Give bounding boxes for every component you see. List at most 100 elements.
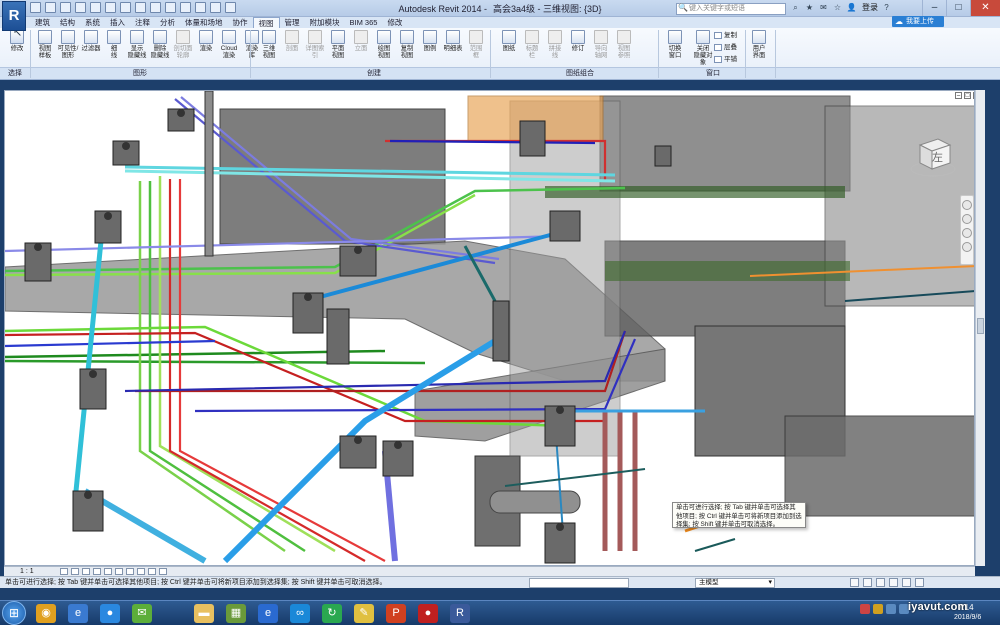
- minimize-icon[interactable]: –: [922, 0, 946, 16]
- graphics-button-4[interactable]: 显示 隐藏线: [126, 30, 148, 59]
- window-small-copy[interactable]: 复制: [714, 31, 737, 40]
- crop-view-icon[interactable]: [115, 568, 123, 575]
- select-by-face-icon[interactable]: [889, 578, 898, 587]
- tab-3[interactable]: 插入: [105, 17, 130, 28]
- view-minimize-icon[interactable]: –: [955, 92, 962, 99]
- refresh-app-icon[interactable]: ↻: [322, 604, 342, 623]
- sun-path-icon[interactable]: [82, 568, 90, 575]
- lock-view-icon[interactable]: [137, 568, 145, 575]
- graphics-button-5[interactable]: 删除 隐藏线: [149, 30, 171, 59]
- sheet-button-0[interactable]: 图纸: [498, 30, 520, 52]
- create-button-5[interactable]: 绘图 视图: [373, 30, 395, 59]
- graphics-button-6[interactable]: 剖切面 轮廓: [172, 30, 194, 59]
- folder-icon[interactable]: ▬: [194, 604, 214, 623]
- tab-1[interactable]: 结构: [55, 17, 80, 28]
- tab-5[interactable]: 分析: [155, 17, 180, 28]
- select-panel-label[interactable]: 选择: [8, 68, 22, 79]
- calculator-icon[interactable]: ▦: [226, 604, 246, 623]
- drag-elements-icon[interactable]: [902, 578, 911, 587]
- show-crop-icon[interactable]: [126, 568, 134, 575]
- revit-taskbar-icon[interactable]: R: [450, 604, 470, 623]
- window-button-2[interactable]: 用户 界面: [748, 30, 770, 59]
- window-button-0[interactable]: 切换 窗口: [664, 30, 686, 59]
- tray-network-icon[interactable]: [886, 604, 896, 614]
- create-button-0[interactable]: 三维 视图: [258, 30, 280, 59]
- orbit-icon[interactable]: [962, 242, 972, 252]
- subscription-icon[interactable]: ★: [804, 2, 815, 13]
- graphics-button-1[interactable]: 可见性/ 图形: [57, 30, 79, 59]
- 3d-viewport[interactable]: – □ × 左 单击可进行选择; 按 Tab 键并单击可选择其他项目; 按 Ct…: [4, 90, 975, 566]
- ie-icon[interactable]: e: [258, 604, 278, 623]
- tray-app-icon[interactable]: [860, 604, 870, 614]
- scrollbar-thumb[interactable]: [977, 318, 984, 334]
- sheet-button-4[interactable]: 导向 轴网: [590, 30, 612, 59]
- temporary-hide-icon[interactable]: [148, 568, 156, 575]
- workset-dropdown[interactable]: [529, 578, 629, 588]
- model-scene[interactable]: [5, 91, 975, 566]
- favorites-icon[interactable]: ☆: [832, 2, 843, 13]
- upload-button[interactable]: 我要上传: [892, 16, 944, 27]
- graphics-button-0[interactable]: 视图 样板: [34, 30, 56, 59]
- sheet-button-5[interactable]: 视图 参照: [613, 30, 635, 59]
- notes-icon[interactable]: ✎: [354, 604, 374, 623]
- vertical-scrollbar[interactable]: [975, 90, 985, 566]
- window-small-cascade[interactable]: 层叠: [714, 43, 737, 52]
- select-underlay-icon[interactable]: [863, 578, 872, 587]
- tab-0[interactable]: 建筑: [30, 17, 55, 28]
- powerpoint-icon[interactable]: P: [386, 604, 406, 623]
- tab-7[interactable]: 协作: [228, 17, 253, 28]
- tab-6[interactable]: 体量和场地: [180, 17, 228, 28]
- communication-icon[interactable]: ✉: [818, 2, 829, 13]
- graphics-button-8[interactable]: Cloud 渲染: [218, 30, 240, 59]
- zoom-icon[interactable]: [962, 214, 972, 224]
- create-button-2[interactable]: 详图索引: [304, 30, 326, 59]
- tab-2[interactable]: 系统: [80, 17, 105, 28]
- select-links-icon[interactable]: [850, 578, 859, 587]
- create-button-9[interactable]: 范围 框: [465, 30, 487, 59]
- create-button-1[interactable]: 剖面: [281, 30, 303, 52]
- create-button-6[interactable]: 复制 视图: [396, 30, 418, 59]
- login-link[interactable]: 登录: [862, 2, 878, 13]
- create-button-7[interactable]: 图例: [419, 30, 441, 52]
- user-icon[interactable]: 👤: [846, 2, 857, 13]
- viewcube[interactable]: 左: [908, 131, 958, 181]
- tab-8[interactable]: 视图: [252, 17, 280, 28]
- create-button-3[interactable]: 平面 视图: [327, 30, 349, 59]
- sheet-button-2[interactable]: 拼接 线: [544, 30, 566, 59]
- steering-wheel-icon[interactable]: [962, 200, 972, 210]
- filter-icon[interactable]: [915, 578, 924, 587]
- render-icon[interactable]: [104, 568, 112, 575]
- baidu-disk-icon[interactable]: ∞: [290, 604, 310, 623]
- clock-date[interactable]: 2018/9/6: [954, 614, 981, 621]
- detail-level-icon[interactable]: [60, 568, 68, 575]
- tab-9[interactable]: 管理: [280, 17, 305, 28]
- tab-10[interactable]: 附加模块: [305, 17, 345, 28]
- reveal-hidden-icon[interactable]: [159, 568, 167, 575]
- modify-button[interactable]: 修改: [6, 30, 28, 52]
- tab-11[interactable]: BIM 365: [345, 17, 383, 28]
- model-dropdown[interactable]: 主模型: [695, 578, 775, 588]
- browser-icon[interactable]: ◉: [36, 604, 56, 623]
- explorer-icon[interactable]: e: [68, 604, 88, 623]
- tray-antivirus-icon[interactable]: [873, 604, 883, 614]
- sheet-button-1[interactable]: 标题 栏: [521, 30, 543, 59]
- create-button-8[interactable]: 明细表: [442, 30, 464, 52]
- revit-logo[interactable]: R: [2, 1, 26, 31]
- visual-style-icon[interactable]: [71, 568, 79, 575]
- shadows-icon[interactable]: [93, 568, 101, 575]
- help-icon[interactable]: ?: [881, 2, 892, 13]
- tab-4[interactable]: 注释: [130, 17, 155, 28]
- window-button-1[interactable]: 关闭 隐藏对象: [692, 30, 714, 66]
- select-pinned-icon[interactable]: [876, 578, 885, 587]
- view-restore-icon[interactable]: □: [964, 92, 971, 99]
- wechat-icon[interactable]: ✉: [132, 604, 152, 623]
- sheet-button-3[interactable]: 修订: [567, 30, 589, 52]
- binoculars-icon[interactable]: ⌕: [790, 2, 801, 13]
- window-small-tile[interactable]: 平铺: [714, 55, 737, 64]
- maximize-icon[interactable]: □: [946, 0, 970, 16]
- search-input[interactable]: 键入关键字或短语: [676, 3, 786, 15]
- graphics-button-3[interactable]: 细 线: [103, 30, 125, 59]
- create-button-4[interactable]: 立面: [350, 30, 372, 52]
- start-button[interactable]: ⊞: [2, 601, 26, 625]
- qq-icon[interactable]: ●: [418, 604, 438, 623]
